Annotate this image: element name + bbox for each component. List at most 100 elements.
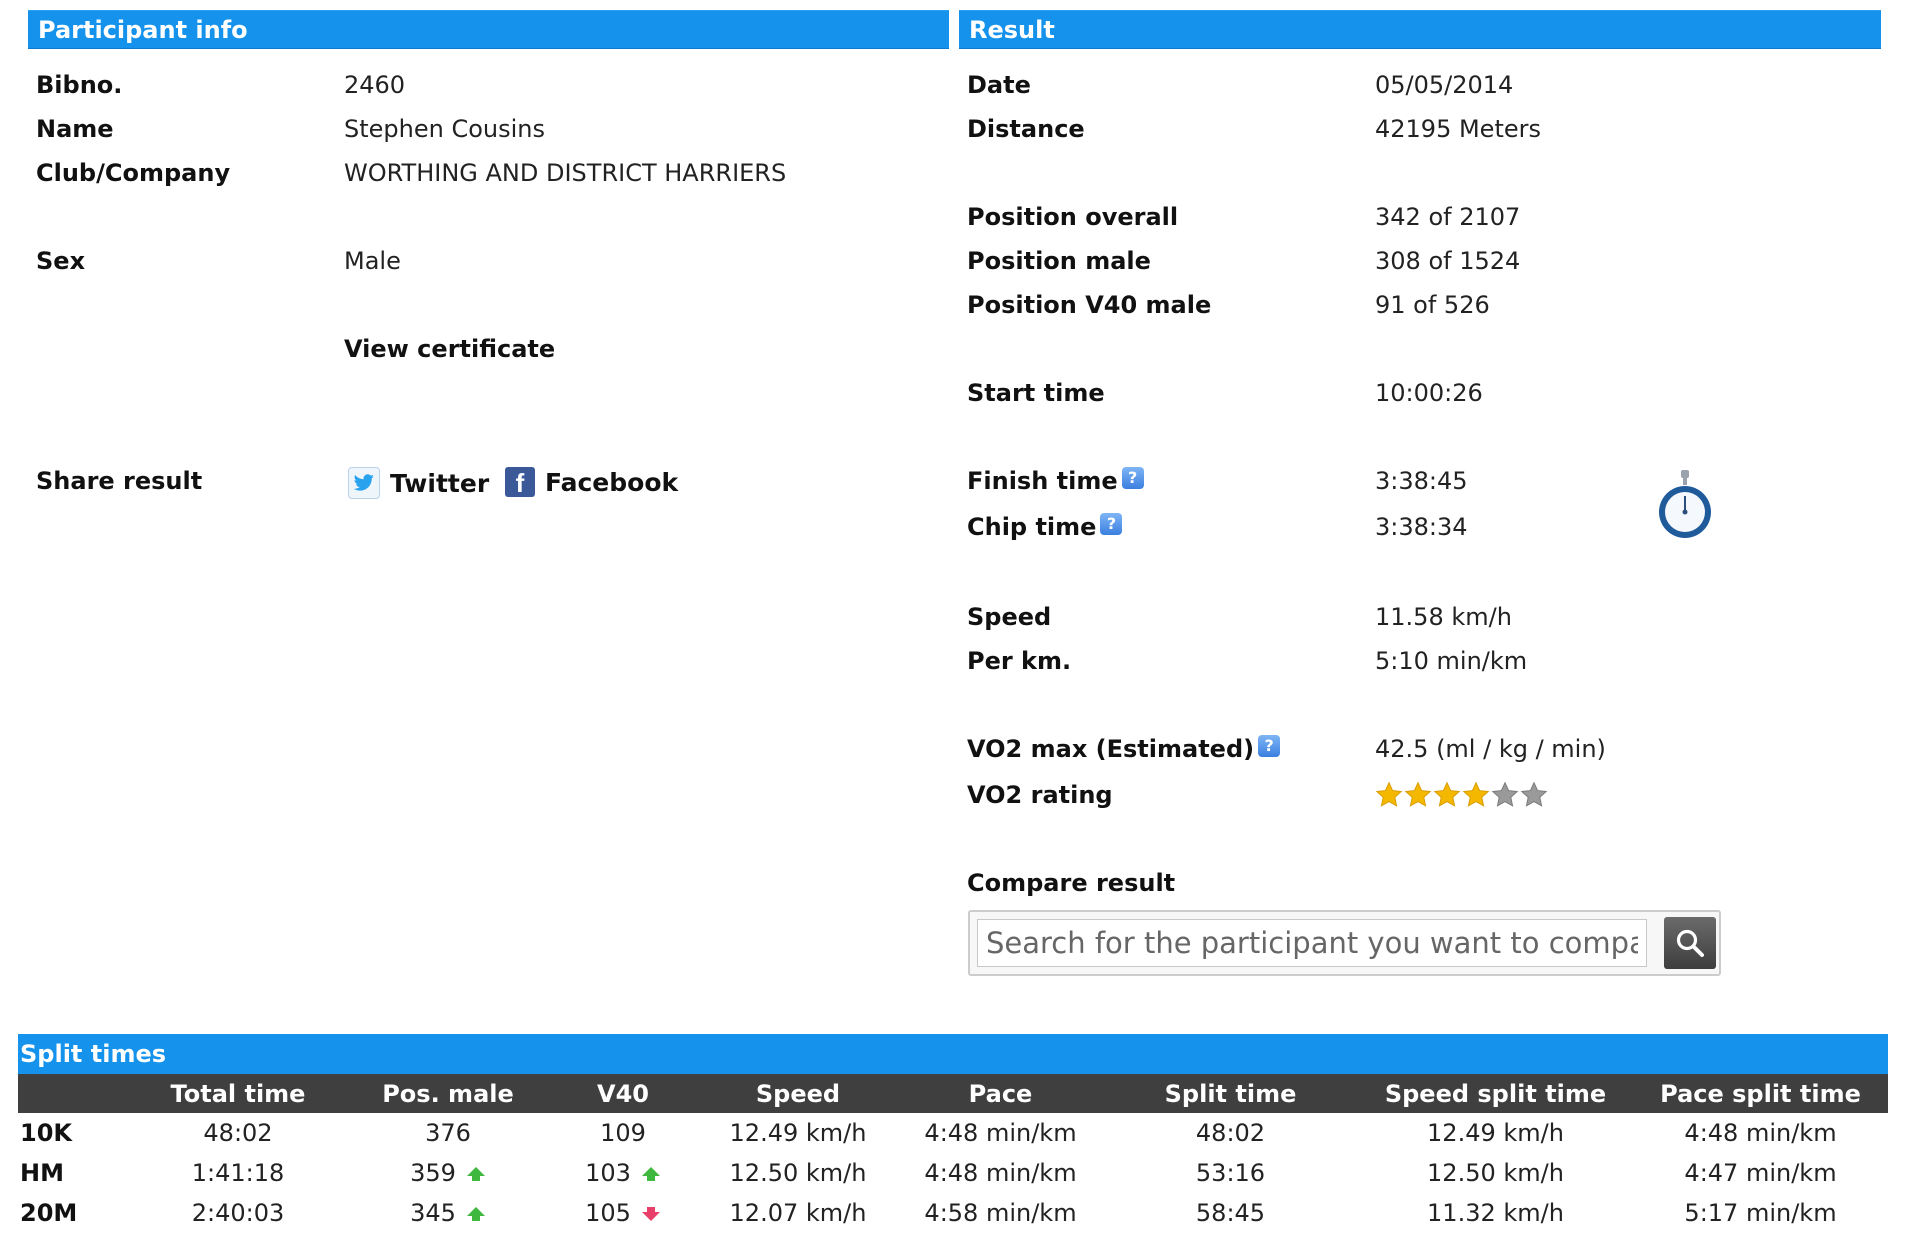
position-v40-label: Position V40 male xyxy=(967,291,1212,319)
column-header-v40: V40 xyxy=(548,1074,698,1113)
split-time-value: 58:45 xyxy=(1195,1199,1266,1227)
sex-value: Male xyxy=(344,247,401,275)
help-icon[interactable]: ? xyxy=(1100,513,1123,535)
search-button[interactable] xyxy=(1664,917,1716,969)
pace-cell: 4:48 min/km xyxy=(898,1113,1103,1153)
per-km-label: Per km. xyxy=(967,647,1072,675)
sex-label: Sex xyxy=(36,247,86,275)
position-male-value: 308 of 1524 xyxy=(1375,247,1521,275)
compare-search-box xyxy=(968,910,1721,976)
split-time-cell: 48:02 xyxy=(1103,1113,1358,1153)
date-value: 05/05/2014 xyxy=(1375,71,1514,99)
pos-male-value: 345 xyxy=(410,1199,456,1227)
total-time-value: 1:41:18 xyxy=(191,1159,285,1187)
vo2-rating-label: VO2 rating xyxy=(967,781,1113,809)
pace-cell: 4:58 min/km xyxy=(898,1193,1103,1233)
star-empty-icon xyxy=(1491,781,1519,807)
finish-time-label: Finish time? xyxy=(967,467,1144,495)
pos-male-value: 376 xyxy=(425,1119,471,1147)
trend-up-icon xyxy=(641,1167,660,1181)
distance-value: 42195 Meters xyxy=(1375,115,1541,143)
name-label: Name xyxy=(36,115,114,143)
pace-split-time-value: 4:47 min/km xyxy=(1684,1159,1837,1187)
speed-split-time-cell: 12.50 km/h xyxy=(1358,1153,1633,1193)
trend-up-icon xyxy=(466,1207,485,1221)
speed-label: Speed xyxy=(967,603,1052,631)
facebook-label: Facebook xyxy=(545,467,679,497)
twitter-icon xyxy=(348,467,380,499)
table-row: 20M 2:40:03 345 105 12.07 km/h 4:58 min/km 58:… xyxy=(18,1193,1888,1233)
stopwatch-icon xyxy=(1655,470,1715,542)
speed-split-time-value: 12.49 km/h xyxy=(1427,1119,1564,1147)
result-header: Result xyxy=(959,10,1881,49)
compare-search-input[interactable] xyxy=(977,919,1647,967)
share-result-label: Share result xyxy=(36,467,203,495)
position-overall-label: Position overall xyxy=(967,203,1179,231)
chip-time-label: Chip time? xyxy=(967,513,1123,541)
pace-split-time-cell: 4:48 min/km xyxy=(1633,1113,1888,1153)
twitter-share-button[interactable]: Twitter xyxy=(348,467,489,499)
pos-male-value: 359 xyxy=(410,1159,456,1187)
speed-value: 12.07 km/h xyxy=(729,1199,867,1227)
vo2-max-label: VO2 max (Estimated)? xyxy=(967,735,1281,763)
finish-time-value: 3:38:45 xyxy=(1375,467,1468,495)
pace-split-time-value: 5:17 min/km xyxy=(1684,1199,1837,1227)
star-filled-icon xyxy=(1375,781,1403,807)
speed-cell: 12.49 km/h xyxy=(698,1113,898,1153)
split-times-header: Split times xyxy=(18,1034,1888,1074)
start-time-value: 10:00:26 xyxy=(1375,379,1483,407)
total-time-cell: 48:02 xyxy=(128,1113,348,1153)
bibno-value: 2460 xyxy=(344,71,406,99)
column-header xyxy=(18,1074,128,1113)
vo2-rating-stars xyxy=(1375,781,1548,809)
speed-cell: 12.50 km/h xyxy=(698,1153,898,1193)
split-label-value: 10K xyxy=(20,1119,72,1147)
column-header-pace-split-time: Pace split time xyxy=(1633,1074,1888,1113)
total-time-cell: 1:41:18 xyxy=(128,1153,348,1193)
trend-up-icon xyxy=(466,1167,485,1181)
pace-value: 4:48 min/km xyxy=(924,1159,1077,1187)
position-overall-value: 342 of 2107 xyxy=(1375,203,1521,231)
chip-time-value: 3:38:34 xyxy=(1375,513,1468,541)
split-label-value: HM xyxy=(20,1159,64,1187)
split-label-cell: 10K xyxy=(18,1113,128,1153)
split-label-cell: 20M xyxy=(18,1193,128,1233)
speed-value: 12.49 km/h xyxy=(729,1119,867,1147)
view-certificate-link[interactable]: View certificate xyxy=(344,335,555,363)
v40-cell: 109 xyxy=(548,1113,698,1153)
split-time-cell: 53:16 xyxy=(1103,1153,1358,1193)
star-empty-icon xyxy=(1520,781,1548,807)
pace-value: 4:48 min/km xyxy=(924,1119,1077,1147)
pace-split-time-value: 4:48 min/km xyxy=(1684,1119,1837,1147)
help-icon[interactable]: ? xyxy=(1258,735,1281,757)
facebook-icon: f xyxy=(505,467,535,498)
star-filled-icon xyxy=(1462,781,1490,807)
chip-time-label-text: Chip time xyxy=(967,513,1097,541)
speed-split-time-value: 11.32 km/h xyxy=(1427,1199,1564,1227)
club-label: Club/Company xyxy=(36,159,231,187)
column-header-split-time: Split time xyxy=(1103,1074,1358,1113)
v40-value: 103 xyxy=(585,1159,631,1187)
help-icon[interactable]: ? xyxy=(1121,467,1144,489)
v40-value: 105 xyxy=(585,1199,631,1227)
speed-value: 12.50 km/h xyxy=(729,1159,867,1187)
date-label: Date xyxy=(967,71,1031,99)
split-time-value: 53:16 xyxy=(1195,1159,1266,1187)
participant-info-header: Participant info xyxy=(28,10,949,49)
split-time-cell: 58:45 xyxy=(1103,1193,1358,1233)
v40-cell: 103 xyxy=(548,1153,698,1193)
facebook-share-button[interactable]: f Facebook xyxy=(505,467,679,498)
column-header-total-time: Total time xyxy=(128,1074,348,1113)
split-table-header-row: Total time Pos. male V40 Speed Pace Spli… xyxy=(18,1074,1888,1113)
star-filled-icon xyxy=(1404,781,1432,807)
split-label-value: 20M xyxy=(20,1199,78,1227)
table-row: HM 1:41:18 359 103 12.50 km/h 4:48 min/km 53:1… xyxy=(18,1153,1888,1193)
club-value: WORTHING AND DISTRICT HARRIERS xyxy=(344,159,787,187)
twitter-label: Twitter xyxy=(390,468,490,498)
finish-time-label-text: Finish time xyxy=(967,467,1118,495)
bibno-label: Bibno. xyxy=(36,71,123,99)
split-label-cell: HM xyxy=(18,1153,128,1193)
speed-value: 11.58 km/h xyxy=(1375,603,1512,631)
pace-cell: 4:48 min/km xyxy=(898,1153,1103,1193)
compare-result-label: Compare result xyxy=(967,869,1176,897)
